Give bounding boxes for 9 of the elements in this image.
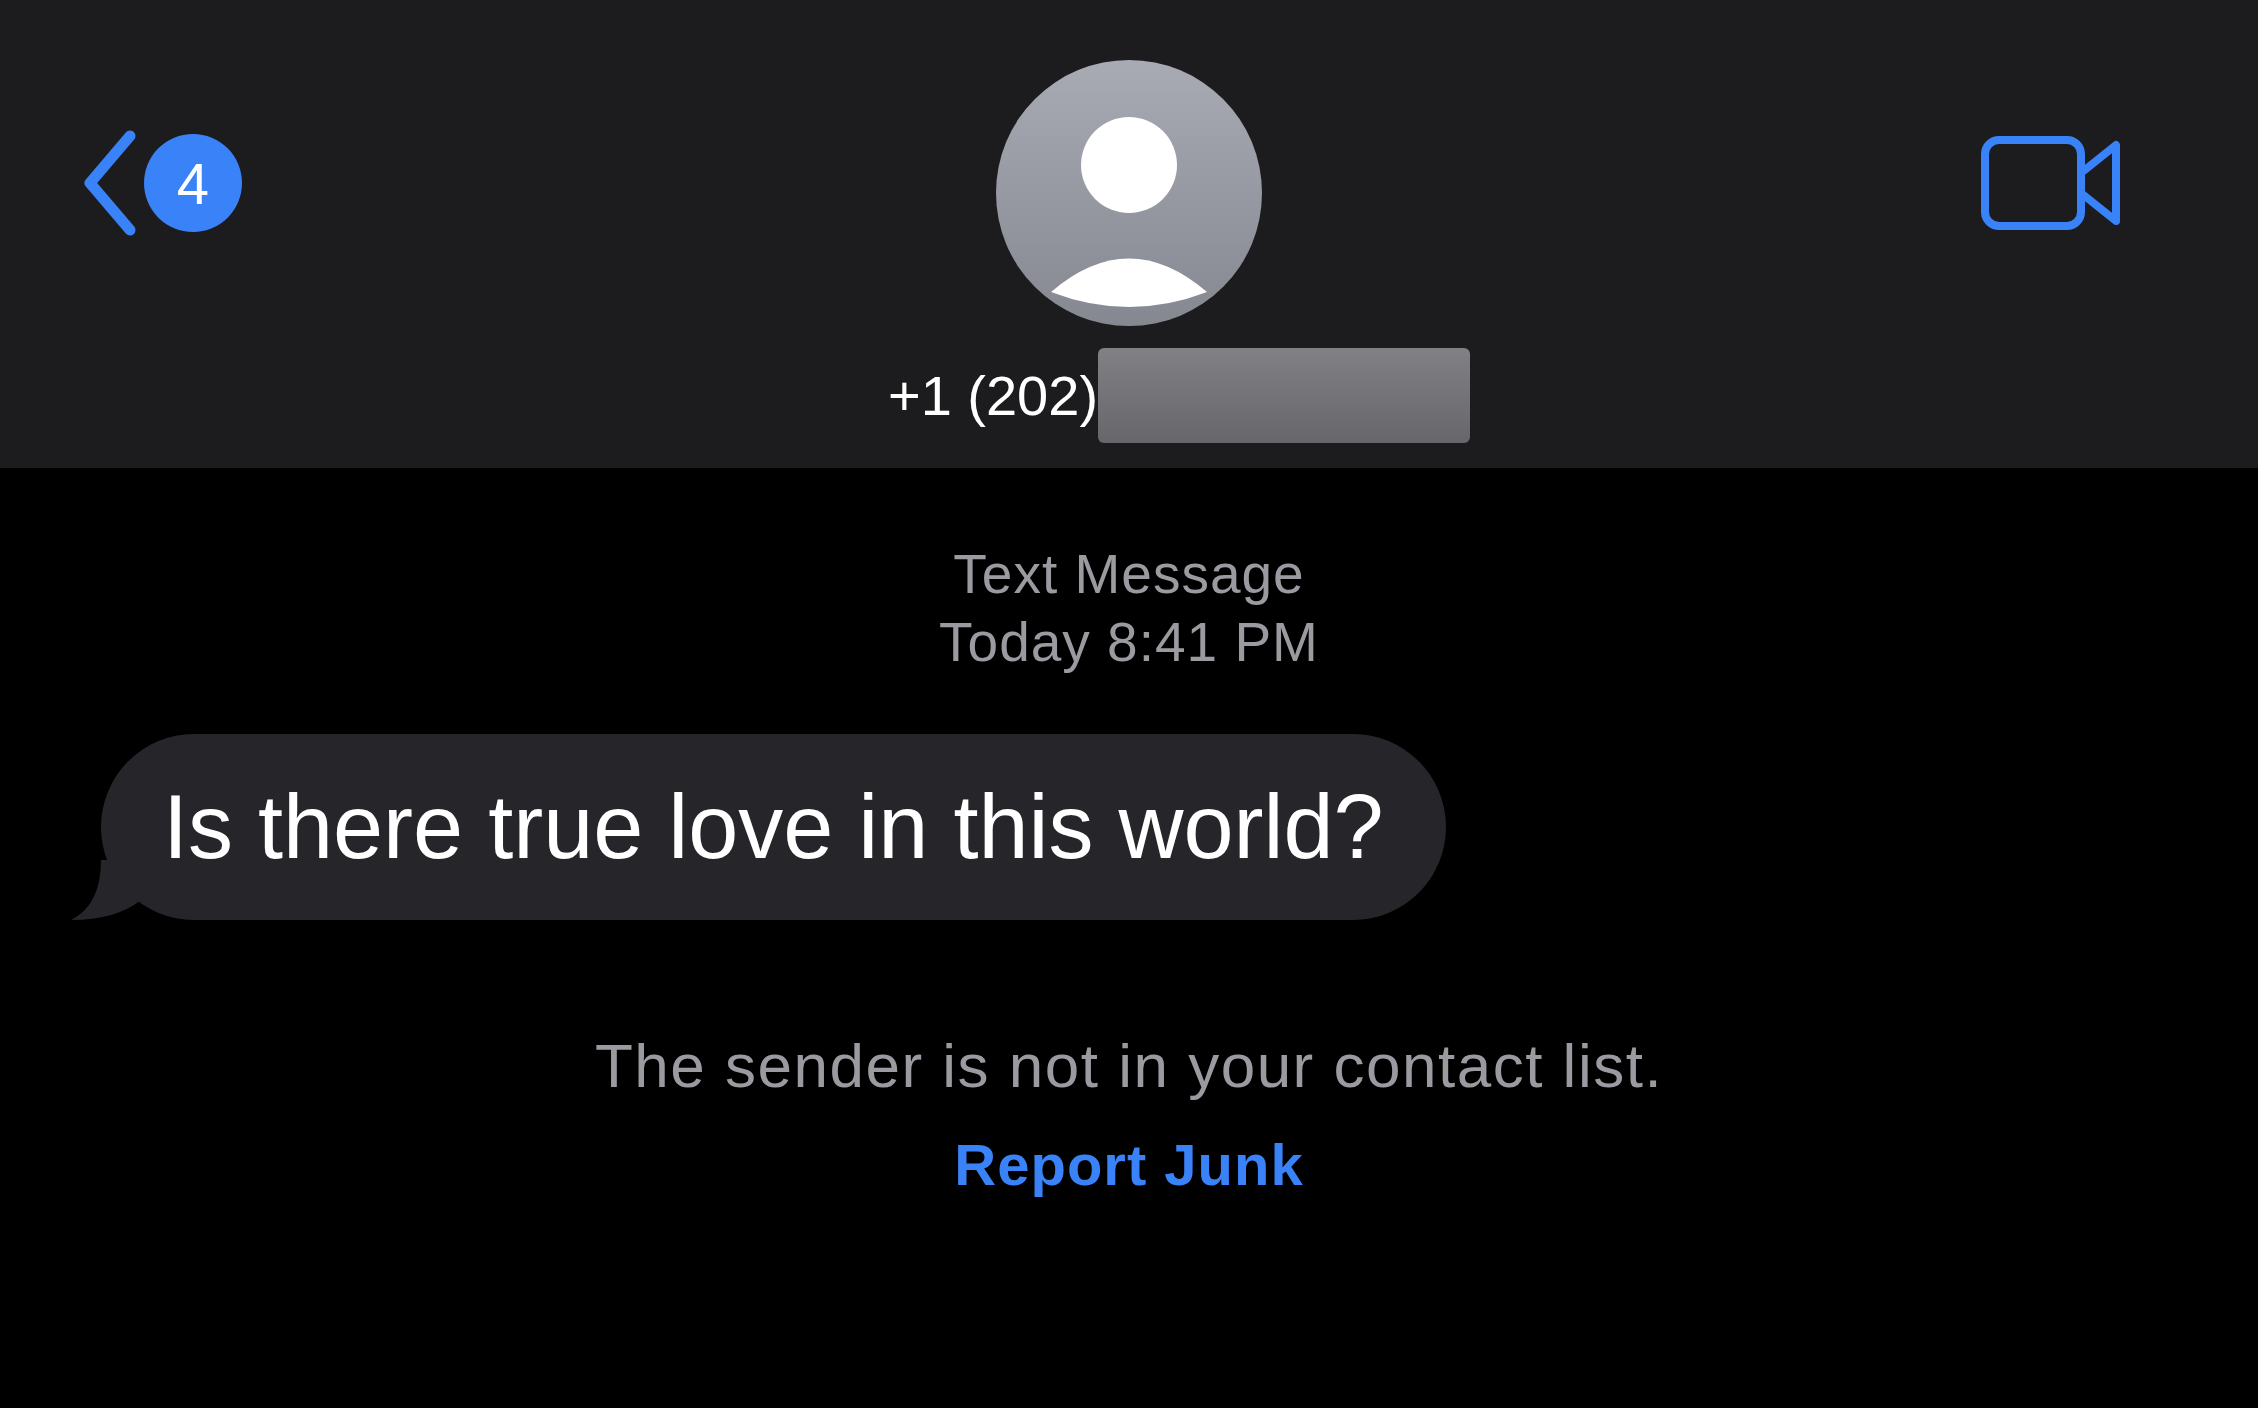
service-label: Text Message bbox=[953, 542, 1305, 607]
report-junk-link[interactable]: Report Junk bbox=[954, 1131, 1304, 1198]
message-timestamp: Today 8:41 PM bbox=[939, 610, 1319, 675]
unknown-sender-notice: The sender is not in your contact list. bbox=[594, 1030, 1664, 1101]
unread-count-badge: 4 bbox=[144, 134, 242, 232]
message-bubble[interactable]: Is there true love in this world? bbox=[101, 734, 1446, 920]
avatar-icon[interactable] bbox=[996, 60, 1262, 326]
contact-name[interactable]: +1 (202) bbox=[887, 363, 1099, 428]
back-button[interactable]: 4 bbox=[80, 128, 242, 238]
